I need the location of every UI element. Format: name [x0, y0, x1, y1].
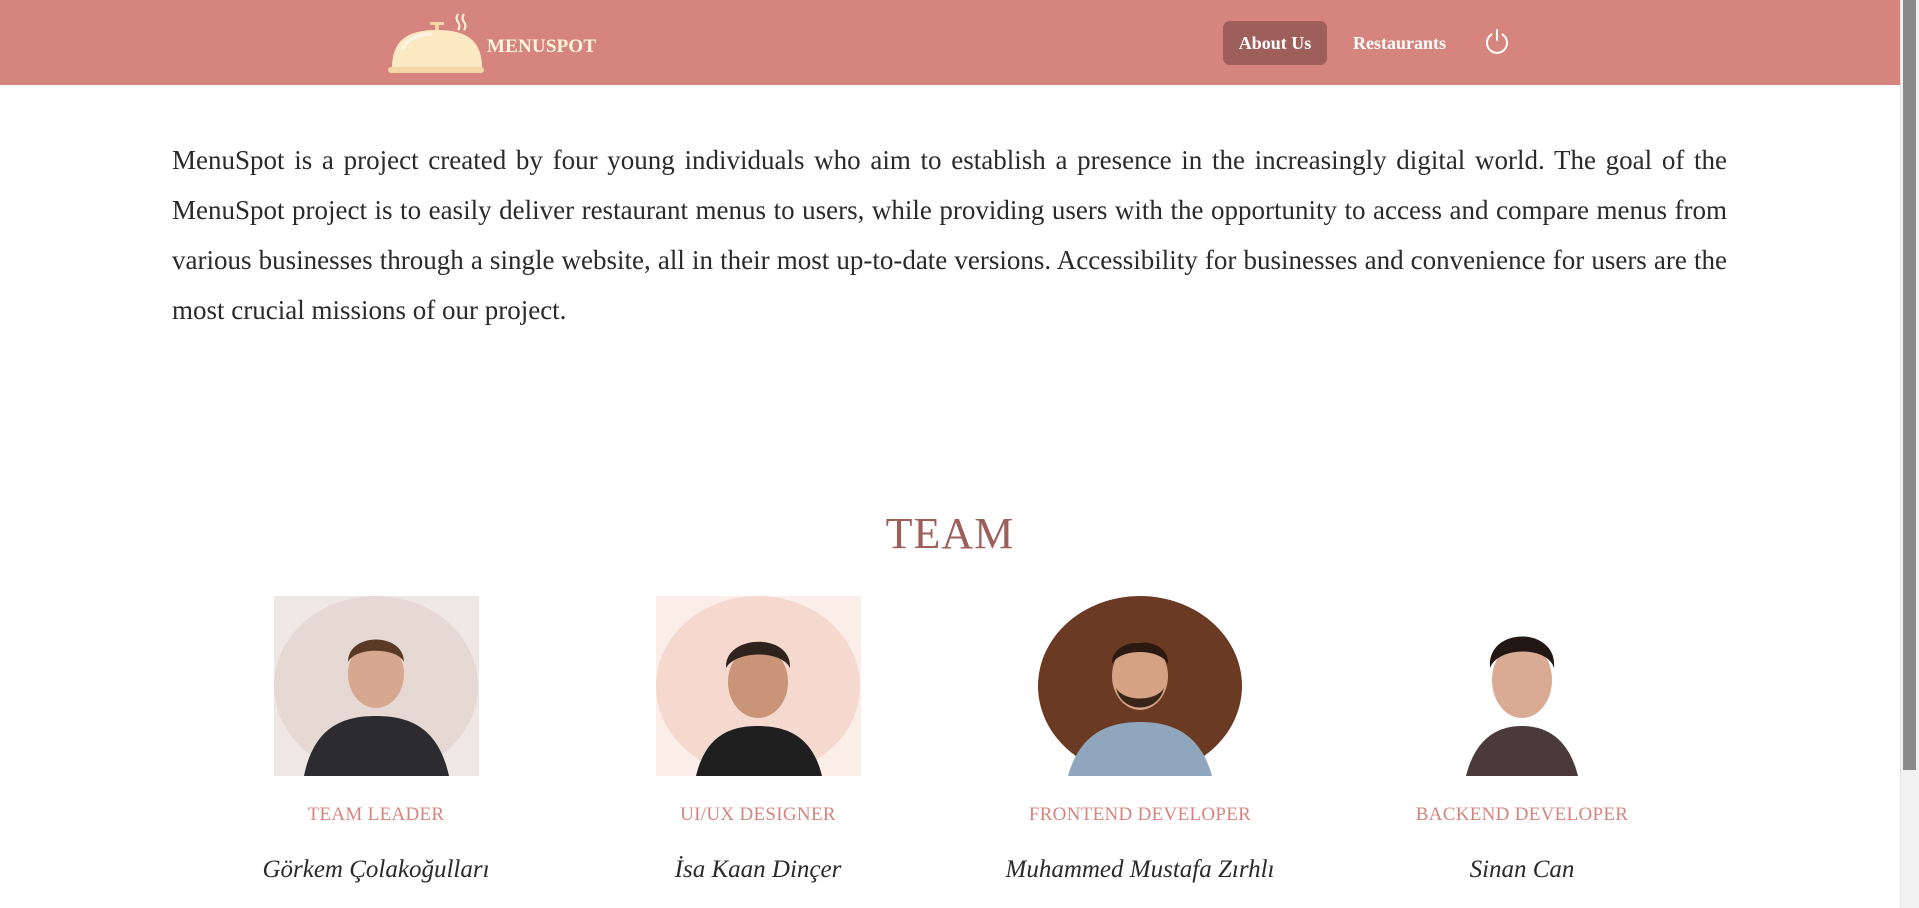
team-member-card: BACKEND DEVELOPER Sinan Can	[1332, 596, 1712, 884]
member-role: FRONTEND DEVELOPER	[1028, 804, 1252, 825]
brand-name[interactable]: MENUSPOT	[487, 36, 596, 58]
member-name: Görkem Çolakoğulları	[262, 856, 490, 883]
nav-about-us[interactable]: About Us	[1223, 21, 1327, 65]
member-name: İsa Kaan Dinçer	[674, 856, 842, 883]
member-role: TEAM LEADER	[307, 804, 445, 825]
member-role: BACKEND DEVELOPER	[1415, 804, 1629, 825]
member-name: Muhammed Mustafa Zırhlı	[1005, 856, 1275, 883]
team-member-card: TEAM LEADER Görkem Çolakoğulları	[186, 596, 566, 884]
team-member-card: FRONTEND DEVELOPER Muhammed Mustafa Zırh…	[950, 596, 1330, 884]
cloche-icon[interactable]	[386, 10, 486, 74]
member-role: UI/UX DESIGNER	[680, 804, 836, 825]
power-icon[interactable]	[1482, 26, 1512, 56]
nav-restaurants[interactable]: Restaurants	[1341, 21, 1458, 65]
team-member-card: UI/UX DESIGNER İsa Kaan Dinçer	[568, 596, 948, 884]
member-name: Sinan Can	[1469, 856, 1575, 883]
avatar	[273, 596, 479, 776]
avatar	[655, 596, 861, 776]
about-page: MENUSPOT About Us Restaurants MenuSpot i…	[0, 0, 1919, 908]
avatar	[1037, 596, 1242, 776]
avatar	[1419, 596, 1625, 776]
top-navbar: MENUSPOT About Us Restaurants	[0, 0, 1900, 85]
scrollbar-thumb[interactable]	[1903, 0, 1916, 770]
intro-paragraph: MenuSpot is a project created by four yo…	[172, 145, 1727, 325]
team-heading: TEAM	[885, 509, 1015, 558]
